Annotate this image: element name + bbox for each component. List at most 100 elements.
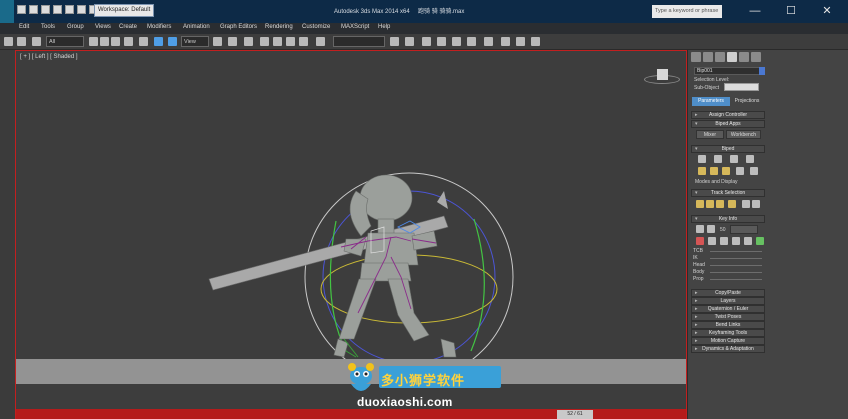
menu-graph-editors[interactable]: Graph Editors [220,24,257,30]
set-planted-key-icon[interactable] [744,237,752,245]
opposite-icon[interactable] [752,200,760,208]
edit-named-selection-icon[interactable] [316,37,325,46]
schematic-view-icon[interactable] [467,37,476,46]
angle-snap-icon[interactable] [273,37,282,46]
graphite-ribbon-icon[interactable] [437,37,446,46]
open-file-icon[interactable] [29,5,38,14]
curve-editor-icon[interactable] [452,37,461,46]
menu-help[interactable]: Help [378,24,390,30]
lock-cog-icon[interactable] [728,200,736,208]
maximize-button[interactable]: ☐ [782,2,800,20]
menu-create[interactable]: Create [119,24,137,30]
redo-icon[interactable] [65,5,74,14]
anchor-icon[interactable] [756,237,764,245]
select-by-name-icon[interactable] [100,37,109,46]
rollout-key-info[interactable]: Key Info [691,215,765,223]
window-crossing-icon[interactable] [124,37,133,46]
render-production-icon[interactable] [531,37,540,46]
search-input[interactable]: Type a keyword or phrase [652,5,722,18]
minimize-button[interactable]: — [746,2,764,20]
menu-rendering[interactable]: Rendering [265,24,293,30]
named-selection-set-dropdown[interactable] [333,36,385,47]
select-move-icon[interactable] [139,37,148,46]
menu-views[interactable]: Views [95,24,111,30]
delete-key-icon[interactable] [708,237,716,245]
rollout-layers[interactable]: Layers [691,297,765,305]
rollout-assign-controller[interactable]: Assign Controller [691,111,765,119]
percent-snap-icon[interactable] [286,37,295,46]
set-sliding-key-icon[interactable] [732,237,740,245]
motion-tab-icon[interactable] [727,52,737,62]
spinner-snap-icon[interactable] [299,37,308,46]
key-spinner[interactable] [730,225,758,234]
motion-flow-icon[interactable] [730,155,738,163]
symmetrical-icon[interactable] [742,200,750,208]
selection-level-dropdown[interactable] [724,83,759,91]
rendered-frame-window-icon[interactable] [516,37,525,46]
create-tab-icon[interactable] [691,52,701,62]
menu-modifiers[interactable]: Modifiers [147,24,171,30]
bind-space-warp-icon[interactable] [32,37,41,46]
rollout-biped-apps[interactable]: Biped Apps [691,120,765,128]
rollout-motion-capture[interactable]: Motion Capture [691,337,765,345]
select-rotate-icon[interactable] [154,37,163,46]
tab-parameters[interactable]: Parameters [692,97,730,106]
set-key-icon[interactable] [696,237,704,245]
convert-icon[interactable] [736,167,744,175]
undo-icon[interactable] [53,5,62,14]
new-file-icon[interactable] [17,5,26,14]
keyboard-shortcut-override-icon[interactable] [244,37,253,46]
close-button[interactable]: ✕ [818,2,836,20]
menu-tools[interactable]: Tools [41,24,55,30]
menu-group[interactable]: Group [67,24,84,30]
biped-playback-icon[interactable] [698,167,706,175]
select-object-icon[interactable] [89,37,98,46]
app-logo-icon[interactable] [0,0,14,23]
frame-counter[interactable]: 52 / 61 [557,410,593,419]
move-all-mode-icon[interactable] [750,167,758,175]
body-rotation-icon[interactable] [716,200,724,208]
rollout-keyframing-tools[interactable]: Keyframing Tools [691,329,765,337]
mixer-mode-icon[interactable] [746,155,754,163]
object-name-field[interactable]: Bip001 [694,67,764,75]
workspace-selector[interactable]: Workspace: Default [94,4,154,17]
hold-icon[interactable] [77,5,86,14]
selection-filter-dropdown[interactable]: All [46,36,84,47]
next-key-icon[interactable] [707,225,715,233]
previous-key-icon[interactable] [696,225,704,233]
layer-manager-icon[interactable] [422,37,431,46]
select-manipulate-icon[interactable] [228,37,237,46]
rollout-quaternion-euler[interactable]: Quaternion / Euler [691,305,765,313]
footstep-mode-icon[interactable] [714,155,722,163]
menu-maxscript[interactable]: MAXScript [341,24,369,30]
body-vertical-icon[interactable] [706,200,714,208]
rollout-dynamics-adaptation[interactable]: Dynamics & Adaptation [691,345,765,353]
rollout-twist-poses[interactable]: Twist Poses [691,313,765,321]
key-number-field[interactable]: 50 [720,227,726,233]
reference-coordinate-dropdown[interactable]: View [181,36,209,47]
snaps-toggle-icon[interactable] [260,37,269,46]
utilities-tab-icon[interactable] [751,52,761,62]
pivot-center-icon[interactable] [213,37,222,46]
modify-tab-icon[interactable] [703,52,713,62]
rollout-biped[interactable]: Biped [691,145,765,153]
hierarchy-tab-icon[interactable] [715,52,725,62]
rectangular-selection-icon[interactable] [111,37,120,46]
mixer-button[interactable]: Mixer [696,130,724,139]
render-setup-icon[interactable] [501,37,510,46]
tab-projections[interactable]: Projections [732,97,762,106]
select-scale-icon[interactable] [168,37,177,46]
save-file-icon[interactable] [41,5,50,14]
prop-row[interactable]: Prop [693,276,704,282]
figure-mode-icon[interactable] [698,155,706,163]
workbench-button[interactable]: Workbench [726,130,761,139]
set-free-key-icon[interactable] [720,237,728,245]
mirror-icon[interactable] [390,37,399,46]
select-link-icon[interactable] [4,37,13,46]
menu-edit[interactable]: Edit [19,24,29,30]
head-row[interactable]: Head [693,262,705,268]
rollout-track-selection[interactable]: Track Selection [691,189,765,197]
align-icon[interactable] [405,37,414,46]
object-color-swatch[interactable] [759,67,765,75]
scene-render[interactable] [16,51,686,359]
